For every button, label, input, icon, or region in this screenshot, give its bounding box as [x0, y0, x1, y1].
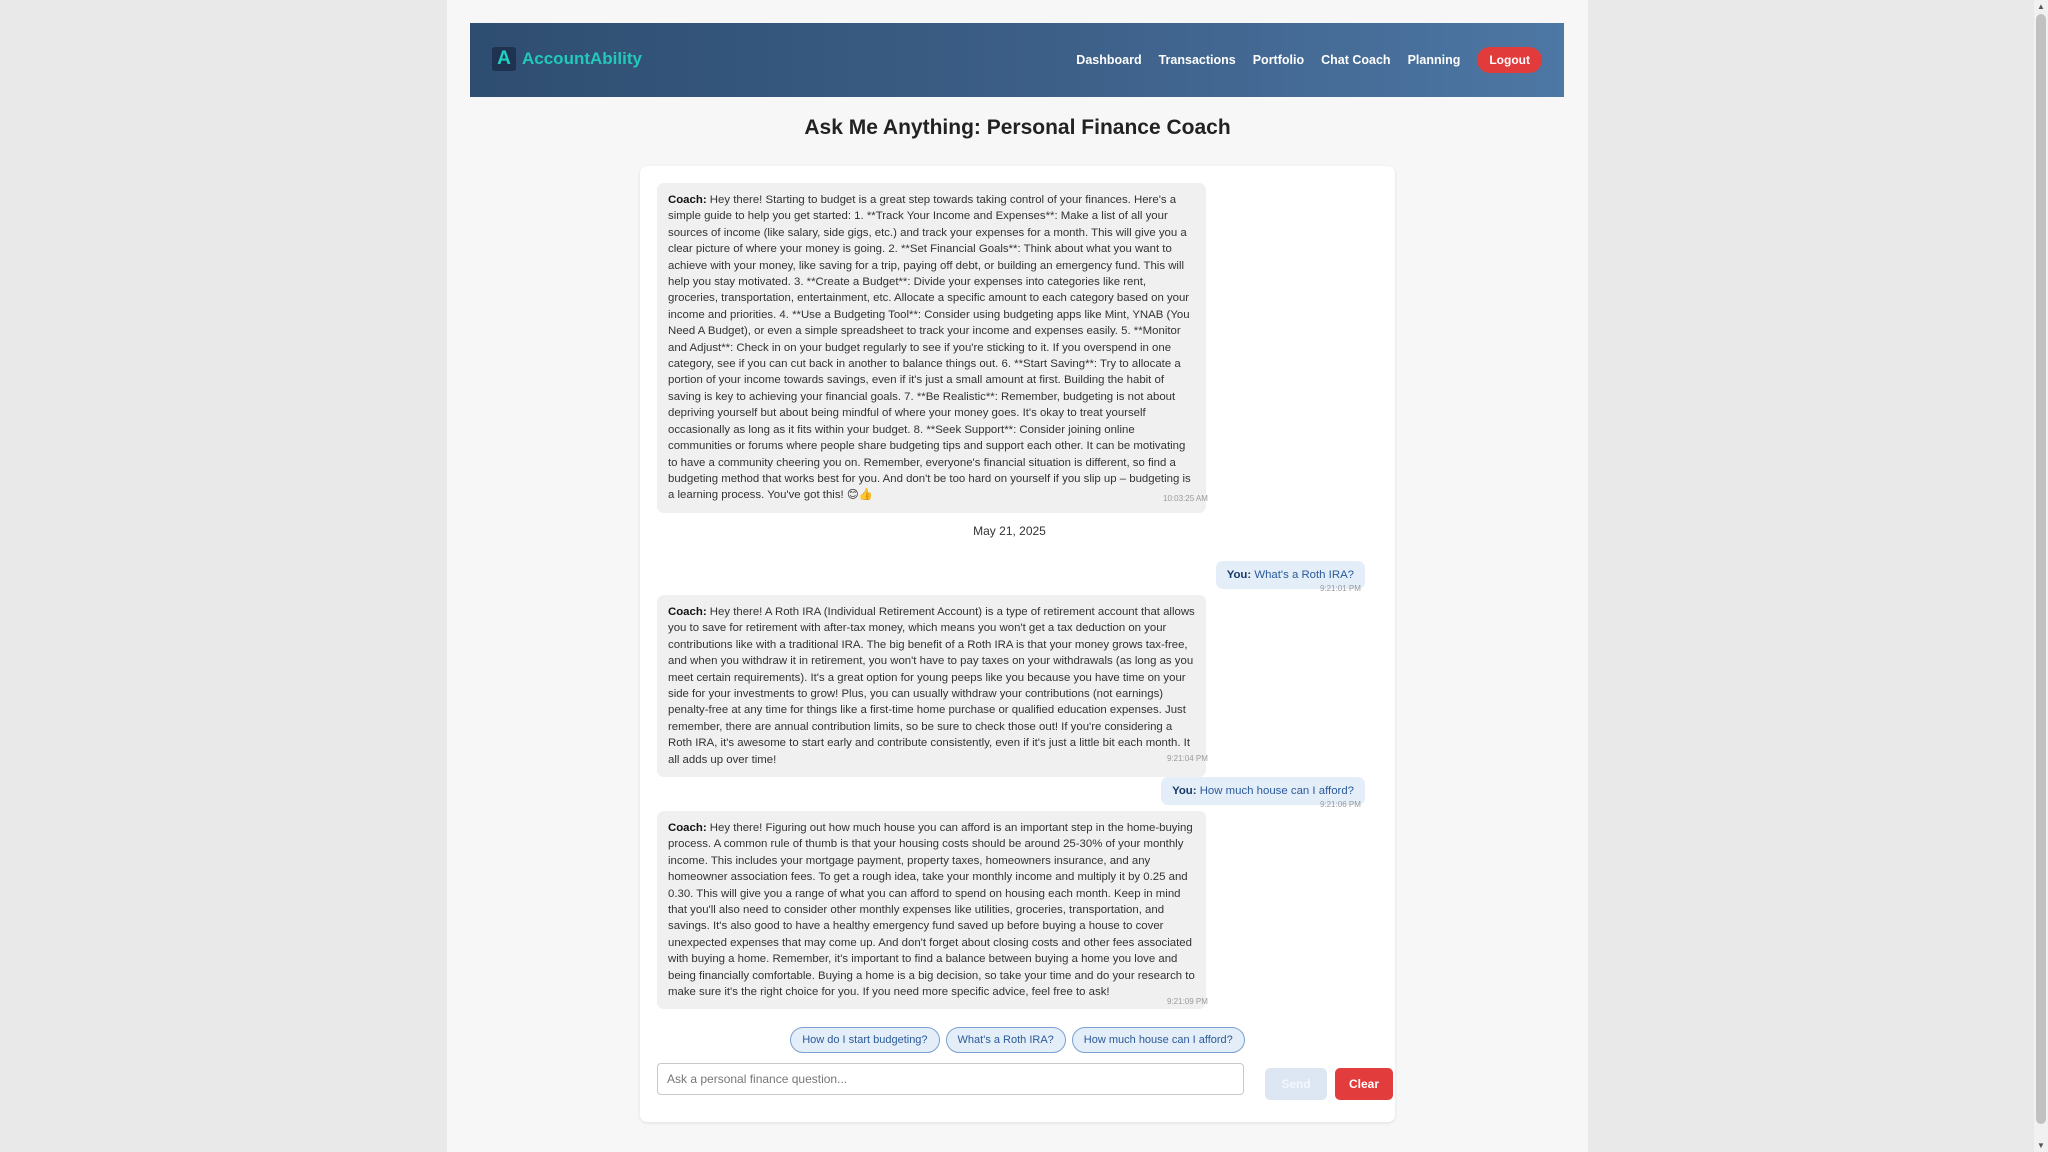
sender-label: You — [1172, 785, 1193, 797]
nav-link-transactions[interactable]: Transactions — [1159, 53, 1236, 67]
chat-card: Coach: Hey there! Starting to budget is … — [640, 166, 1395, 1122]
brand-logo-icon: A — [492, 47, 516, 71]
nav-link-portfolio[interactable]: Portfolio — [1253, 53, 1304, 67]
suggestion-chips: How do I start budgeting? What's a Roth … — [640, 1027, 1395, 1053]
message-timestamp: 9:21:06 PM — [1320, 800, 1361, 809]
coach-message: Coach: Hey there! Figuring out how much … — [657, 811, 1206, 1009]
message-timestamp: 9:21:01 PM — [1320, 584, 1361, 593]
suggestion-chip-budgeting[interactable]: How do I start budgeting? — [790, 1027, 940, 1053]
scroll-up-arrow-icon[interactable]: ▲ — [2037, 2, 2045, 11]
nav-link-dashboard[interactable]: Dashboard — [1076, 53, 1141, 67]
message-timestamp: 9:21:09 PM — [1167, 997, 1208, 1006]
date-divider: May 21, 2025 — [973, 524, 1046, 538]
clear-button[interactable]: Clear — [1335, 1068, 1393, 1100]
message-text: Hey there! Figuring out how much house y… — [668, 822, 1195, 999]
message-text: Hey there! Starting to budget is a great… — [668, 194, 1191, 502]
page: A AccountAbility Dashboard Transactions … — [447, 0, 1588, 1152]
coach-message: Coach: Hey there! A Roth IRA (Individual… — [657, 595, 1206, 778]
question-input[interactable] — [657, 1063, 1244, 1095]
nav-link-planning[interactable]: Planning — [1408, 53, 1461, 67]
scroll-down-arrow-icon[interactable]: ▼ — [2037, 1141, 2045, 1150]
nav-links: Dashboard Transactions Portfolio Chat Co… — [1059, 47, 1542, 73]
brand-name: AccountAbility — [522, 49, 642, 68]
send-button[interactable]: Send — [1265, 1068, 1327, 1100]
message-timestamp: 10:03:25 AM — [1163, 494, 1208, 503]
coach-message: Coach: Hey there! Starting to budget is … — [657, 183, 1206, 513]
nav-link-chat-coach[interactable]: Chat Coach — [1321, 53, 1390, 67]
sender-label: Coach — [668, 194, 703, 206]
page-title: Ask Me Anything: Personal Finance Coach — [804, 116, 1231, 139]
page-scrollbar[interactable]: ▲ ▼ — [2034, 0, 2048, 1152]
message-timestamp: 9:21:04 PM — [1167, 754, 1208, 763]
sender-label: Coach — [668, 606, 703, 618]
message-text: Hey there! A Roth IRA (Individual Retire… — [668, 606, 1195, 766]
page-scrollbar-thumb[interactable] — [2036, 14, 2046, 1124]
navbar: A AccountAbility Dashboard Transactions … — [470, 23, 1564, 97]
message-text: How much house can I afford? — [1199, 785, 1354, 797]
suggestion-chip-roth-ira[interactable]: What's a Roth IRA? — [945, 1027, 1066, 1053]
logout-button[interactable]: Logout — [1477, 47, 1542, 73]
sender-label: Coach — [668, 822, 703, 834]
message-text: What's a Roth IRA? — [1254, 569, 1354, 581]
sender-label: You — [1226, 569, 1248, 581]
chat-window[interactable]: Coach: Hey there! Starting to budget is … — [657, 179, 1382, 1009]
suggestion-chip-house[interactable]: How much house can I afford? — [1071, 1027, 1245, 1053]
brand[interactable]: A AccountAbility — [492, 47, 642, 71]
